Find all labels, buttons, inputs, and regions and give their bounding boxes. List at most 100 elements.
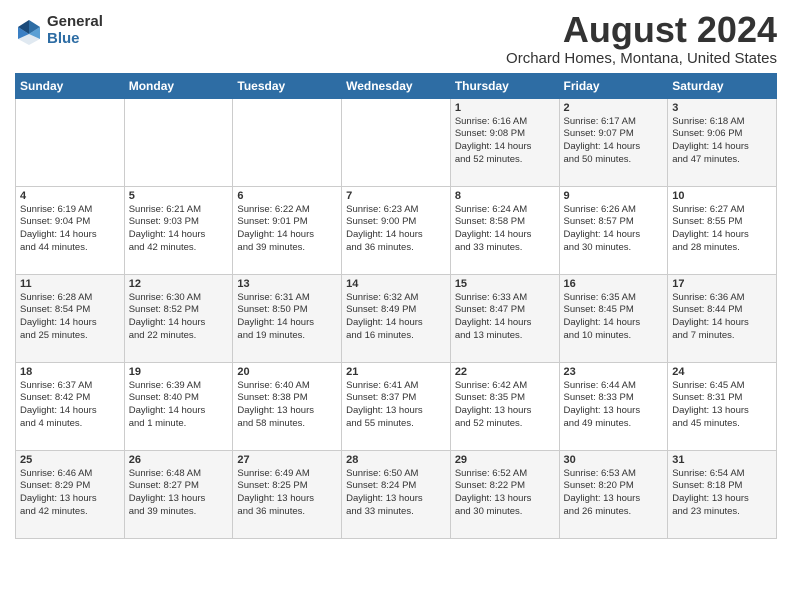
day-info: Sunrise: 6:31 AM Sunset: 8:50 PM Dayligh… <box>237 292 337 343</box>
day-info: Sunrise: 6:22 AM Sunset: 9:01 PM Dayligh… <box>237 204 337 255</box>
day-info: Sunrise: 6:18 AM Sunset: 9:06 PM Dayligh… <box>672 116 772 167</box>
header-day-friday: Friday <box>559 73 668 98</box>
calendar-cell: 14 Sunrise: 6:32 AM Sunset: 8:49 PM Dayli… <box>342 274 451 362</box>
day-info: Sunrise: 6:44 AM Sunset: 8:33 PM Dayligh… <box>564 380 664 431</box>
calendar-cell: 31Sunrise: 6:54 AM Sunset: 8:18 PM Dayli… <box>668 450 777 538</box>
header-day-tuesday: Tuesday <box>233 73 342 98</box>
calendar-cell: 18Sunrise: 6:37 AM Sunset: 8:42 PM Dayli… <box>16 362 125 450</box>
calendar-cell: 6 Sunrise: 6:22 AM Sunset: 9:01 PM Daylig… <box>233 186 342 274</box>
calendar-body: 1 Sunrise: 6:16 AM Sunset: 9:08 PM Daylig… <box>16 98 777 538</box>
day-info: Sunrise: 6:46 AM Sunset: 8:29 PM Dayligh… <box>20 468 120 519</box>
day-number: 8 <box>455 190 555 202</box>
header-day-monday: Monday <box>124 73 233 98</box>
calendar-header: SundayMondayTuesdayWednesdayThursdayFrid… <box>16 73 777 98</box>
day-info: Sunrise: 6:42 AM Sunset: 8:35 PM Dayligh… <box>455 380 555 431</box>
day-info: Sunrise: 6:17 AM Sunset: 9:07 PM Dayligh… <box>564 116 664 167</box>
calendar-cell: 1 Sunrise: 6:16 AM Sunset: 9:08 PM Daylig… <box>450 98 559 186</box>
day-info: Sunrise: 6:33 AM Sunset: 8:47 PM Dayligh… <box>455 292 555 343</box>
day-info: Sunrise: 6:24 AM Sunset: 8:58 PM Dayligh… <box>455 204 555 255</box>
calendar-cell: 26 Sunrise: 6:48 AM Sunset: 8:27 PM Dayli… <box>124 450 233 538</box>
calendar-cell: 23Sunrise: 6:44 AM Sunset: 8:33 PM Dayli… <box>559 362 668 450</box>
day-info: Sunrise: 6:54 AM Sunset: 8:18 PM Dayligh… <box>672 468 772 519</box>
day-info: Sunrise: 6:48 AM Sunset: 8:27 PM Dayligh… <box>129 468 229 519</box>
day-number: 5 <box>129 190 229 202</box>
title-block: August 2024 Orchard Homes, Montana, Unit… <box>506 10 777 67</box>
day-info: Sunrise: 6:32 AM Sunset: 8:49 PM Dayligh… <box>346 292 446 343</box>
day-number: 29 <box>455 454 555 466</box>
day-number: 18 <box>20 366 120 378</box>
day-number: 30 <box>564 454 664 466</box>
calendar-cell: 22Sunrise: 6:42 AM Sunset: 8:35 PM Dayli… <box>450 362 559 450</box>
header: General Blue August 2024 Orchard Homes, … <box>15 10 777 67</box>
day-info: Sunrise: 6:21 AM Sunset: 9:03 PM Dayligh… <box>129 204 229 255</box>
calendar-cell: 11Sunrise: 6:28 AM Sunset: 8:54 PM Dayli… <box>16 274 125 362</box>
calendar-cell: 3Sunrise: 6:18 AM Sunset: 9:06 PM Daylig… <box>668 98 777 186</box>
location-title: Orchard Homes, Montana, United States <box>506 50 777 67</box>
week-row-2: 4 Sunrise: 6:19 AM Sunset: 9:04 PM Daylig… <box>16 186 777 274</box>
day-info: Sunrise: 6:16 AM Sunset: 9:08 PM Dayligh… <box>455 116 555 167</box>
calendar-cell: 25 Sunrise: 6:46 AM Sunset: 8:29 PM Dayli… <box>16 450 125 538</box>
day-number: 10 <box>672 190 772 202</box>
page: General Blue August 2024 Orchard Homes, … <box>0 0 792 544</box>
day-number: 21 <box>346 366 446 378</box>
logo: General Blue <box>15 14 103 47</box>
day-info: Sunrise: 6:36 AM Sunset: 8:44 PM Dayligh… <box>672 292 772 343</box>
calendar-cell: 20 Sunrise: 6:40 AM Sunset: 8:38 PM Dayli… <box>233 362 342 450</box>
day-number: 24 <box>672 366 772 378</box>
calendar-cell <box>233 98 342 186</box>
calendar-table: SundayMondayTuesdayWednesdayThursdayFrid… <box>15 73 777 539</box>
calendar-cell: 24 Sunrise: 6:45 AM Sunset: 8:31 PM Dayli… <box>668 362 777 450</box>
calendar-cell: 16 Sunrise: 6:35 AM Sunset: 8:45 PM Dayli… <box>559 274 668 362</box>
day-number: 14 <box>346 278 446 290</box>
calendar-cell: 8 Sunrise: 6:24 AM Sunset: 8:58 PM Daylig… <box>450 186 559 274</box>
day-number: 4 <box>20 190 120 202</box>
calendar-cell: 29Sunrise: 6:52 AM Sunset: 8:22 PM Dayli… <box>450 450 559 538</box>
day-info: Sunrise: 6:39 AM Sunset: 8:40 PM Dayligh… <box>129 380 229 431</box>
week-row-5: 25 Sunrise: 6:46 AM Sunset: 8:29 PM Dayli… <box>16 450 777 538</box>
header-day-sunday: Sunday <box>16 73 125 98</box>
day-info: Sunrise: 6:35 AM Sunset: 8:45 PM Dayligh… <box>564 292 664 343</box>
header-day-thursday: Thursday <box>450 73 559 98</box>
day-number: 2 <box>564 102 664 114</box>
calendar-cell: 21 Sunrise: 6:41 AM Sunset: 8:37 PM Dayli… <box>342 362 451 450</box>
day-number: 25 <box>20 454 120 466</box>
month-title: August 2024 <box>506 10 777 50</box>
day-number: 26 <box>129 454 229 466</box>
day-number: 15 <box>455 278 555 290</box>
calendar-cell: 4 Sunrise: 6:19 AM Sunset: 9:04 PM Daylig… <box>16 186 125 274</box>
day-info: Sunrise: 6:49 AM Sunset: 8:25 PM Dayligh… <box>237 468 337 519</box>
day-info: Sunrise: 6:40 AM Sunset: 8:38 PM Dayligh… <box>237 380 337 431</box>
day-number: 17 <box>672 278 772 290</box>
day-info: Sunrise: 6:27 AM Sunset: 8:55 PM Dayligh… <box>672 204 772 255</box>
calendar-cell: 5 Sunrise: 6:21 AM Sunset: 9:03 PM Daylig… <box>124 186 233 274</box>
day-number: 6 <box>237 190 337 202</box>
calendar-cell <box>16 98 125 186</box>
logo-blue: Blue <box>47 31 103 48</box>
calendar-cell: 7 Sunrise: 6:23 AM Sunset: 9:00 PM Daylig… <box>342 186 451 274</box>
calendar-cell: 28Sunrise: 6:50 AM Sunset: 8:24 PM Dayli… <box>342 450 451 538</box>
day-number: 12 <box>129 278 229 290</box>
calendar-cell: 2 Sunrise: 6:17 AM Sunset: 9:07 PM Daylig… <box>559 98 668 186</box>
day-number: 7 <box>346 190 446 202</box>
week-row-3: 11Sunrise: 6:28 AM Sunset: 8:54 PM Dayli… <box>16 274 777 362</box>
day-info: Sunrise: 6:23 AM Sunset: 9:00 PM Dayligh… <box>346 204 446 255</box>
day-info: Sunrise: 6:19 AM Sunset: 9:04 PM Dayligh… <box>20 204 120 255</box>
day-info: Sunrise: 6:53 AM Sunset: 8:20 PM Dayligh… <box>564 468 664 519</box>
day-number: 20 <box>237 366 337 378</box>
calendar-cell: 30 Sunrise: 6:53 AM Sunset: 8:20 PM Dayli… <box>559 450 668 538</box>
logo-text: General Blue <box>47 14 103 47</box>
logo-icon <box>15 17 43 45</box>
day-info: Sunrise: 6:41 AM Sunset: 8:37 PM Dayligh… <box>346 380 446 431</box>
day-number: 19 <box>129 366 229 378</box>
day-number: 27 <box>237 454 337 466</box>
calendar-cell: 27 Sunrise: 6:49 AM Sunset: 8:25 PM Dayli… <box>233 450 342 538</box>
week-row-1: 1 Sunrise: 6:16 AM Sunset: 9:08 PM Daylig… <box>16 98 777 186</box>
day-number: 11 <box>20 278 120 290</box>
calendar-cell: 12Sunrise: 6:30 AM Sunset: 8:52 PM Dayli… <box>124 274 233 362</box>
calendar-cell <box>342 98 451 186</box>
calendar-cell: 9Sunrise: 6:26 AM Sunset: 8:57 PM Daylig… <box>559 186 668 274</box>
header-row: SundayMondayTuesdayWednesdayThursdayFrid… <box>16 73 777 98</box>
day-number: 1 <box>455 102 555 114</box>
day-info: Sunrise: 6:45 AM Sunset: 8:31 PM Dayligh… <box>672 380 772 431</box>
day-number: 16 <box>564 278 664 290</box>
